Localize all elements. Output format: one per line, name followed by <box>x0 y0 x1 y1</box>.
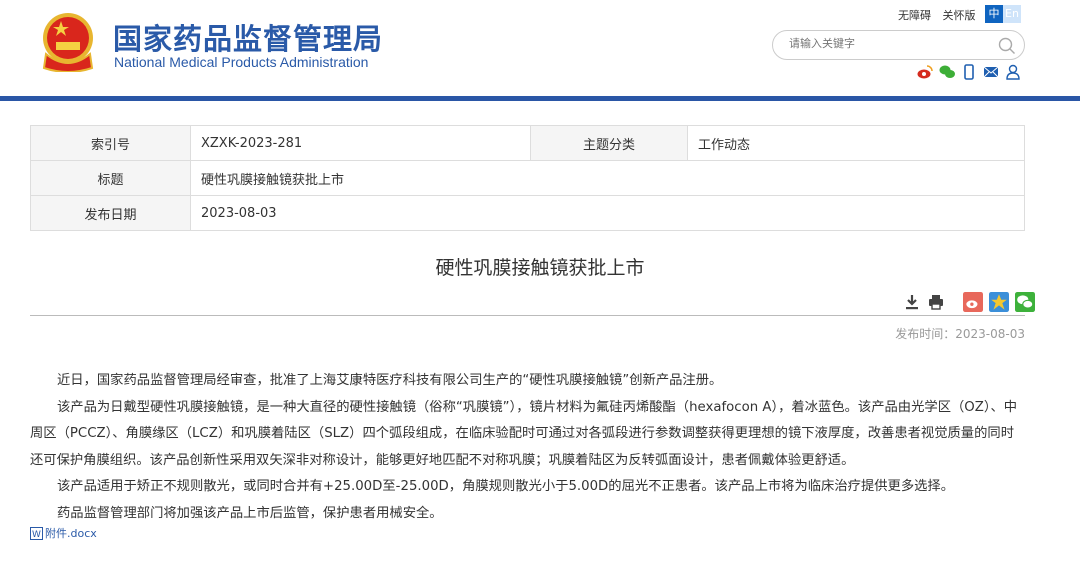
share-qzone-icon[interactable] <box>989 292 1009 312</box>
article-title: 硬性巩膜接触镜获批上市 <box>435 257 645 279</box>
elder-care-link[interactable]: 关怀版 <box>943 9 976 22</box>
paragraph: 近日，国家药品监督管理局经审查，批准了上海艾康特医疗科技有限公司生产的“硬性巩膜… <box>57 373 723 388</box>
lang-en-button[interactable]: En <box>1003 5 1021 23</box>
mail-icon[interactable] <box>983 64 999 80</box>
meta-table: 索引号 XZXK-2023-281 主题分类 工作动态 标题 硬性巩膜接触镜获批… <box>30 125 1025 231</box>
header-divider <box>0 96 1080 101</box>
search-box <box>772 30 1025 60</box>
svg-text:W: W <box>32 530 41 540</box>
site-title-cn: 国家药品监督管理局 <box>113 22 384 56</box>
date-label: 发布日期 <box>30 195 191 231</box>
share-weibo-icon[interactable] <box>963 292 983 312</box>
site-title-en: National Medical Products Administration <box>114 54 369 70</box>
attachment-link[interactable]: W 附件.docx <box>30 525 97 541</box>
topic-value: 工作动态 <box>687 125 1025 161</box>
paragraph: 该产品适用于矫正不规则散光，或同时合并有+25.00D至-25.00D，角膜规则… <box>57 479 955 495</box>
word-doc-icon: W <box>30 526 43 540</box>
topic-label: 主题分类 <box>530 125 688 161</box>
title-label: 标题 <box>30 160 191 196</box>
print-icon[interactable] <box>927 293 945 311</box>
article-divider <box>30 315 1025 316</box>
paragraph: 该产品为日戴型硬性巩膜接触镜，是一种大直径的硬性接触镜（俗称“巩膜镜”），镜片材… <box>30 399 1018 468</box>
search-icon[interactable] <box>998 37 1016 55</box>
accessibility-link[interactable]: 无障碍 <box>898 9 931 22</box>
index-label: 索引号 <box>30 125 191 161</box>
download-icon[interactable] <box>903 293 921 311</box>
wechat-icon[interactable] <box>939 64 955 80</box>
title-value: 硬性巩膜接触镜获批上市 <box>190 160 1025 196</box>
weibo-icon[interactable] <box>917 64 933 80</box>
publish-time: 发布时间：2023-08-03 <box>895 327 1025 341</box>
mobile-icon[interactable] <box>961 64 977 80</box>
site-header: 国家药品监督管理局 National Medical Products Admi… <box>0 0 1080 96</box>
attachment-name[interactable]: 附件.docx <box>45 525 97 541</box>
lang-zh-button[interactable]: 中 <box>985 5 1003 23</box>
date-value: 2023-08-03 <box>190 195 1025 231</box>
paragraph: 药品监督管理部门将加强该产品上市后监管，保护患者用械安全。 <box>57 505 443 521</box>
user-icon[interactable] <box>1005 64 1021 80</box>
article-body: 近日，国家药品监督管理局经审查，批准了上海艾康特医疗科技有限公司生产的“硬性巩膜… <box>30 368 1025 528</box>
search-input[interactable] <box>789 37 989 50</box>
index-value: XZXK-2023-281 <box>190 125 531 161</box>
share-wechat-icon[interactable] <box>1015 292 1035 312</box>
national-emblem-logo <box>42 13 94 72</box>
